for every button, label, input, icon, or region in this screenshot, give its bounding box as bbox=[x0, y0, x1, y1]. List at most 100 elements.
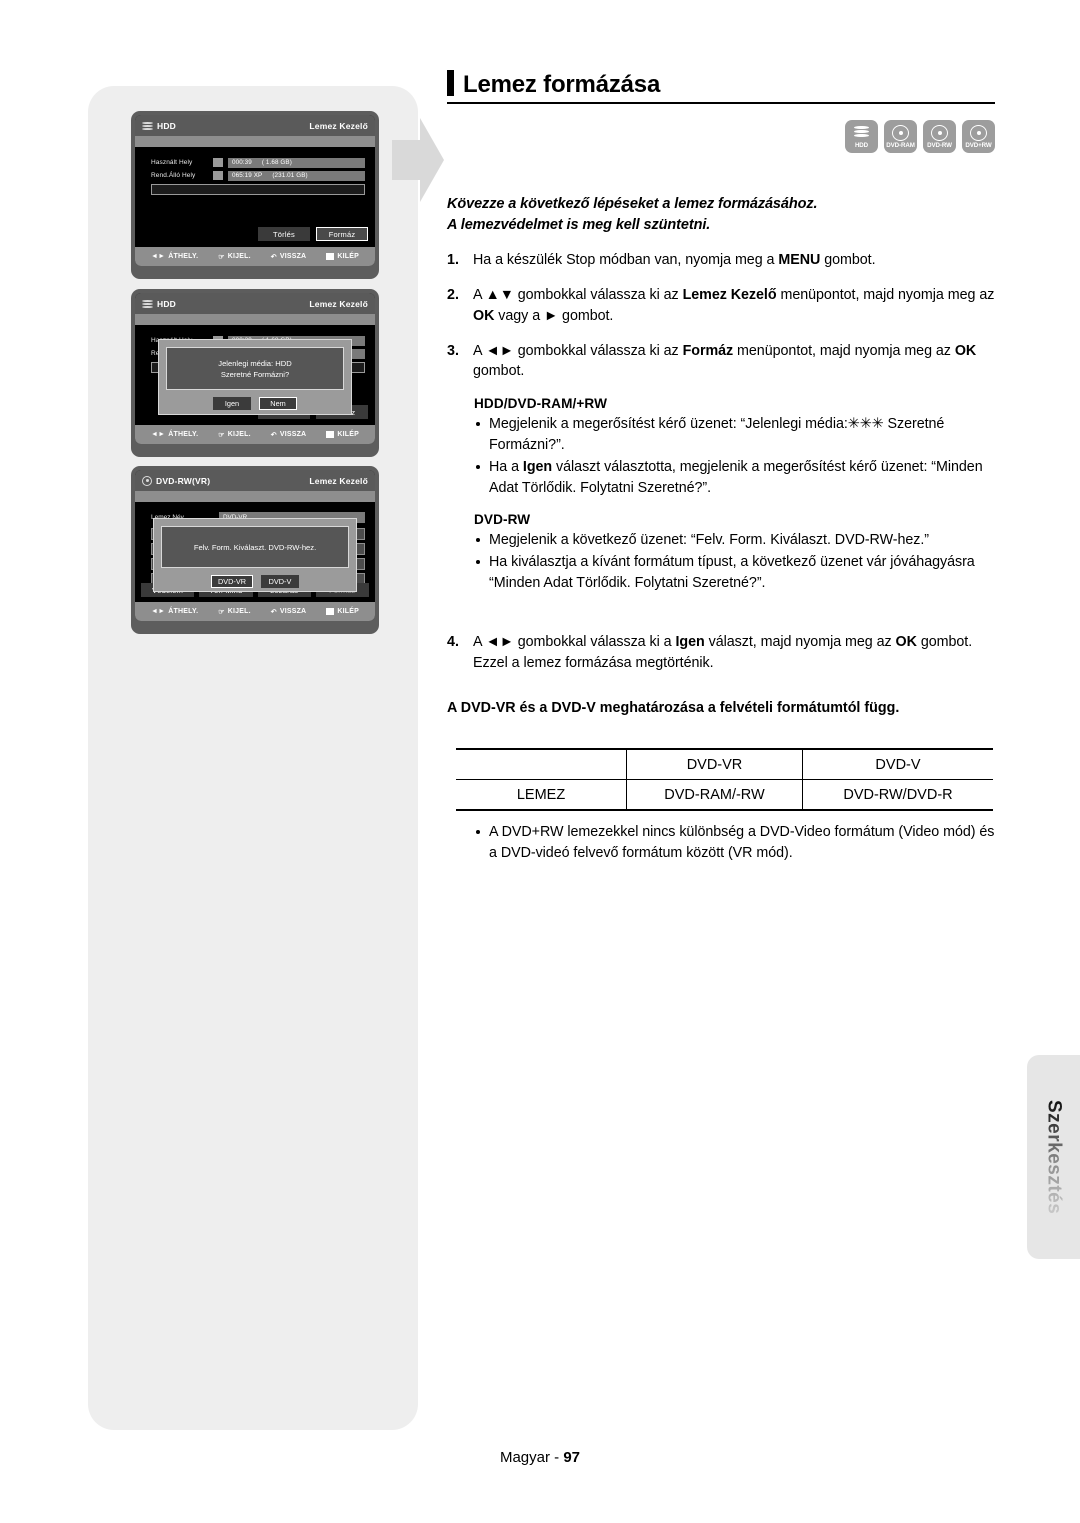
media-badge-dvd-ram: DVD-RAM bbox=[884, 120, 917, 153]
osd3-nav-move-label: ÁTHELY. bbox=[168, 608, 199, 615]
osd3-dialog-message: Felv. Form. Kiválaszt. DVD-RW-hez. bbox=[161, 526, 349, 568]
table-header-cell-1: DVD-VR bbox=[626, 749, 803, 780]
disc-icon bbox=[970, 124, 987, 141]
osd1-row-free: Rend.Álló Hely 065:19 XP (231.01 GB) bbox=[151, 170, 365, 181]
osd2-menu-label: Lemez Kezelő bbox=[309, 298, 368, 309]
media-badge-hdd-label: HDD bbox=[854, 141, 869, 149]
final-note-bullet: A DVD+RW lemezekkel nincs különbség a DV… bbox=[474, 822, 999, 864]
osd2-nav-move-label: ÁTHELY. bbox=[168, 431, 199, 438]
step-4-number: 4. bbox=[447, 634, 459, 650]
osd1-button-row: Törlés Formáz bbox=[258, 227, 368, 241]
osd-screenshot-1: HDD Lemez Kezelő Használt Hely 000:39 ( … bbox=[131, 111, 379, 279]
step-1: 1. Ha a készülék Stop módban van, nyomja… bbox=[447, 250, 999, 271]
osd3-nav-select[interactable]: ☞ KIJEL. bbox=[218, 608, 250, 616]
osd3-dvd-v-button[interactable]: DVD-V bbox=[260, 575, 299, 588]
osd1-nav-select-label: KIJEL. bbox=[227, 253, 251, 260]
block-hdd-dvdram-rw: HDD/DVD-RAM/+RW Megjelenik a megerősítés… bbox=[474, 396, 999, 499]
osd3-subbar bbox=[135, 491, 375, 502]
osd2-dialog-buttons: Igen Nem bbox=[159, 397, 351, 417]
osd1-nav-return[interactable]: ↶ VISSZA bbox=[271, 253, 307, 261]
section-side-tab: Szerkesztés bbox=[1027, 1055, 1080, 1259]
osd1-row-used-swatch bbox=[213, 158, 223, 167]
osd3-titlebar: DVD-RW(VR) Lemez Kezelő bbox=[135, 470, 375, 491]
osd3-nav-return[interactable]: ↶ VISSZA bbox=[271, 608, 307, 616]
osd1-free-size: (231.01 GB) bbox=[272, 172, 308, 179]
intro-line-1: Kövezze a következő lépéseket a lemez fo… bbox=[447, 196, 818, 212]
table-cell-dvd-v: DVD-RW/DVD-R bbox=[802, 779, 993, 811]
osd3-media-label: DVD-RW(VR) bbox=[156, 475, 211, 486]
osd2-nav-select[interactable]: ☞ KIJEL. bbox=[218, 431, 250, 439]
illustration-backdrop-panel bbox=[88, 86, 418, 1430]
osd3-dvd-vr-button[interactable]: DVD-VR bbox=[211, 575, 253, 588]
osd2-confirm-dialog: Jelenlegi média: HDD Szeretné Formázni? … bbox=[158, 339, 352, 415]
osd1-delete-button[interactable]: Törlés bbox=[258, 227, 310, 241]
step-4-wrap: 4. A ◄► gombokkal válassza ki a Igen vál… bbox=[447, 632, 999, 688]
return-icon: ↶ bbox=[270, 431, 277, 439]
osd2-dialog-line2: Szeretné Formázni? bbox=[220, 369, 290, 379]
page-title-text: Lemez formázása bbox=[463, 71, 661, 98]
osd1-nav-select[interactable]: ☞ KIJEL. bbox=[218, 253, 250, 261]
block-dvd-rw: DVD-RW Megjelenik a következő üzenet: “F… bbox=[474, 512, 999, 595]
osd3-menu-label: Lemez Kezelő bbox=[309, 475, 368, 486]
block-1-heading: HDD/DVD-RAM/+RW bbox=[474, 396, 608, 411]
step-1-number: 1. bbox=[447, 252, 459, 268]
block-2-bullet-2: Ha kiválasztja a kívánt formátum típust,… bbox=[474, 552, 999, 594]
page-title: Lemez formázása bbox=[447, 70, 995, 104]
footer-language: Magyar - bbox=[499, 1449, 560, 1466]
osd1-nav-move[interactable]: ◄► ÁTHELY. bbox=[151, 253, 198, 260]
osd1-capacity-bar bbox=[151, 184, 365, 195]
block-2-bullets: Megjelenik a következő üzenet: “Felv. Fo… bbox=[474, 530, 999, 594]
osd2-nav-move[interactable]: ◄► ÁTHELY. bbox=[151, 431, 198, 438]
media-badge-dvd-plus-rw-label: DVD+RW bbox=[965, 141, 992, 149]
osd1-titlebar: HDD Lemez Kezelő bbox=[135, 115, 375, 136]
final-note-bullets: A DVD+RW lemezekkel nincs különbség a DV… bbox=[474, 822, 999, 864]
hdd-icon bbox=[142, 299, 153, 308]
table-header-row: DVD-VR DVD-V bbox=[456, 749, 993, 780]
block-1-bullet-1: Megjelenik a megerősítést kérő üzenet: “… bbox=[474, 414, 999, 456]
intro-line-2: A lemezvédelmet is meg kell szüntetni. bbox=[447, 217, 711, 234]
osd1-row-free-value: 065:19 XP (231.01 GB) bbox=[228, 170, 365, 181]
disc-icon bbox=[892, 124, 909, 141]
intro-paragraph: Kövezze a következő lépéseket a lemez fo… bbox=[447, 194, 995, 236]
osd2-nav-exit-label: KILÉP bbox=[337, 431, 359, 438]
media-badge-hdd: HDD bbox=[845, 120, 878, 153]
select-icon: ☞ bbox=[218, 253, 225, 261]
return-icon: ↶ bbox=[270, 253, 277, 261]
osd1-info-rows: Használt Hely 000:39 ( 1.68 GB) Rend.Áll… bbox=[151, 157, 365, 195]
table-header-cell-0 bbox=[456, 749, 627, 780]
osd3-nav-select-label: KIJEL. bbox=[227, 608, 251, 615]
osd2-nav-return[interactable]: ↶ VISSZA bbox=[271, 431, 307, 439]
osd1-used-time: 000:39 bbox=[232, 159, 252, 166]
osd2-no-button[interactable]: Nem bbox=[259, 397, 297, 410]
osd2-dialog-line1: Jelenlegi média: HDD bbox=[218, 358, 292, 368]
osd2-navbar: ◄► ÁTHELY. ☞ KIJEL. ↶ VISSZA KILÉP bbox=[135, 425, 375, 444]
select-icon: ☞ bbox=[218, 608, 225, 616]
move-arrows-icon: ◄► bbox=[151, 608, 166, 615]
osd3-nav-return-label: VISSZA bbox=[279, 608, 307, 615]
osd1-format-button[interactable]: Formáz bbox=[316, 227, 368, 241]
disc-icon bbox=[931, 124, 948, 141]
osd-screenshot-3: DVD-RW(VR) Lemez Kezelő Lemez Név DVD-VR… bbox=[131, 466, 379, 634]
osd1-row-free-swatch bbox=[213, 171, 223, 180]
block-1-bullet-2: Ha a Igen választ választotta, megjeleni… bbox=[474, 457, 999, 499]
osd3-navbar: ◄► ÁTHELY. ☞ KIJEL. ↶ VISSZA KILÉP bbox=[135, 602, 375, 621]
disc-icon bbox=[142, 475, 152, 486]
page-header: Lemez formázása HDD DVD-RAM DVD-RW DVD+R… bbox=[447, 70, 995, 153]
osd1-used-size: ( 1.68 GB) bbox=[261, 159, 292, 166]
step-3: 3. A ◄► gombokkal válassza ki az Formáz … bbox=[447, 341, 999, 383]
move-arrows-icon: ◄► bbox=[151, 431, 166, 438]
osd3-nav-move[interactable]: ◄► ÁTHELY. bbox=[151, 608, 198, 615]
osd3-dialog-buttons: DVD-VR DVD-V bbox=[154, 575, 356, 595]
osd1-row-free-label: Rend.Álló Hely bbox=[151, 172, 196, 179]
flow-arrow-icon bbox=[392, 118, 444, 202]
osd1-body: Használt Hely 000:39 ( 1.68 GB) Rend.Áll… bbox=[135, 147, 375, 247]
osd2-nav-exit[interactable]: KILÉP bbox=[326, 431, 359, 438]
osd2-yes-button[interactable]: Igen bbox=[213, 397, 251, 410]
return-icon: ↶ bbox=[270, 608, 277, 616]
osd3-nav-exit[interactable]: KILÉP bbox=[326, 608, 359, 615]
osd1-navbar: ◄► ÁTHELY. ☞ KIJEL. ↶ VISSZA KILÉP bbox=[135, 247, 375, 266]
hdd-icon bbox=[142, 121, 153, 130]
osd-screenshot-2: HDD Lemez Kezelő Használt Hely 000:39 ( … bbox=[131, 289, 379, 457]
osd1-nav-exit[interactable]: KILÉP bbox=[326, 253, 359, 260]
final-note: A DVD+RW lemezekkel nincs különbség a DV… bbox=[474, 822, 999, 865]
